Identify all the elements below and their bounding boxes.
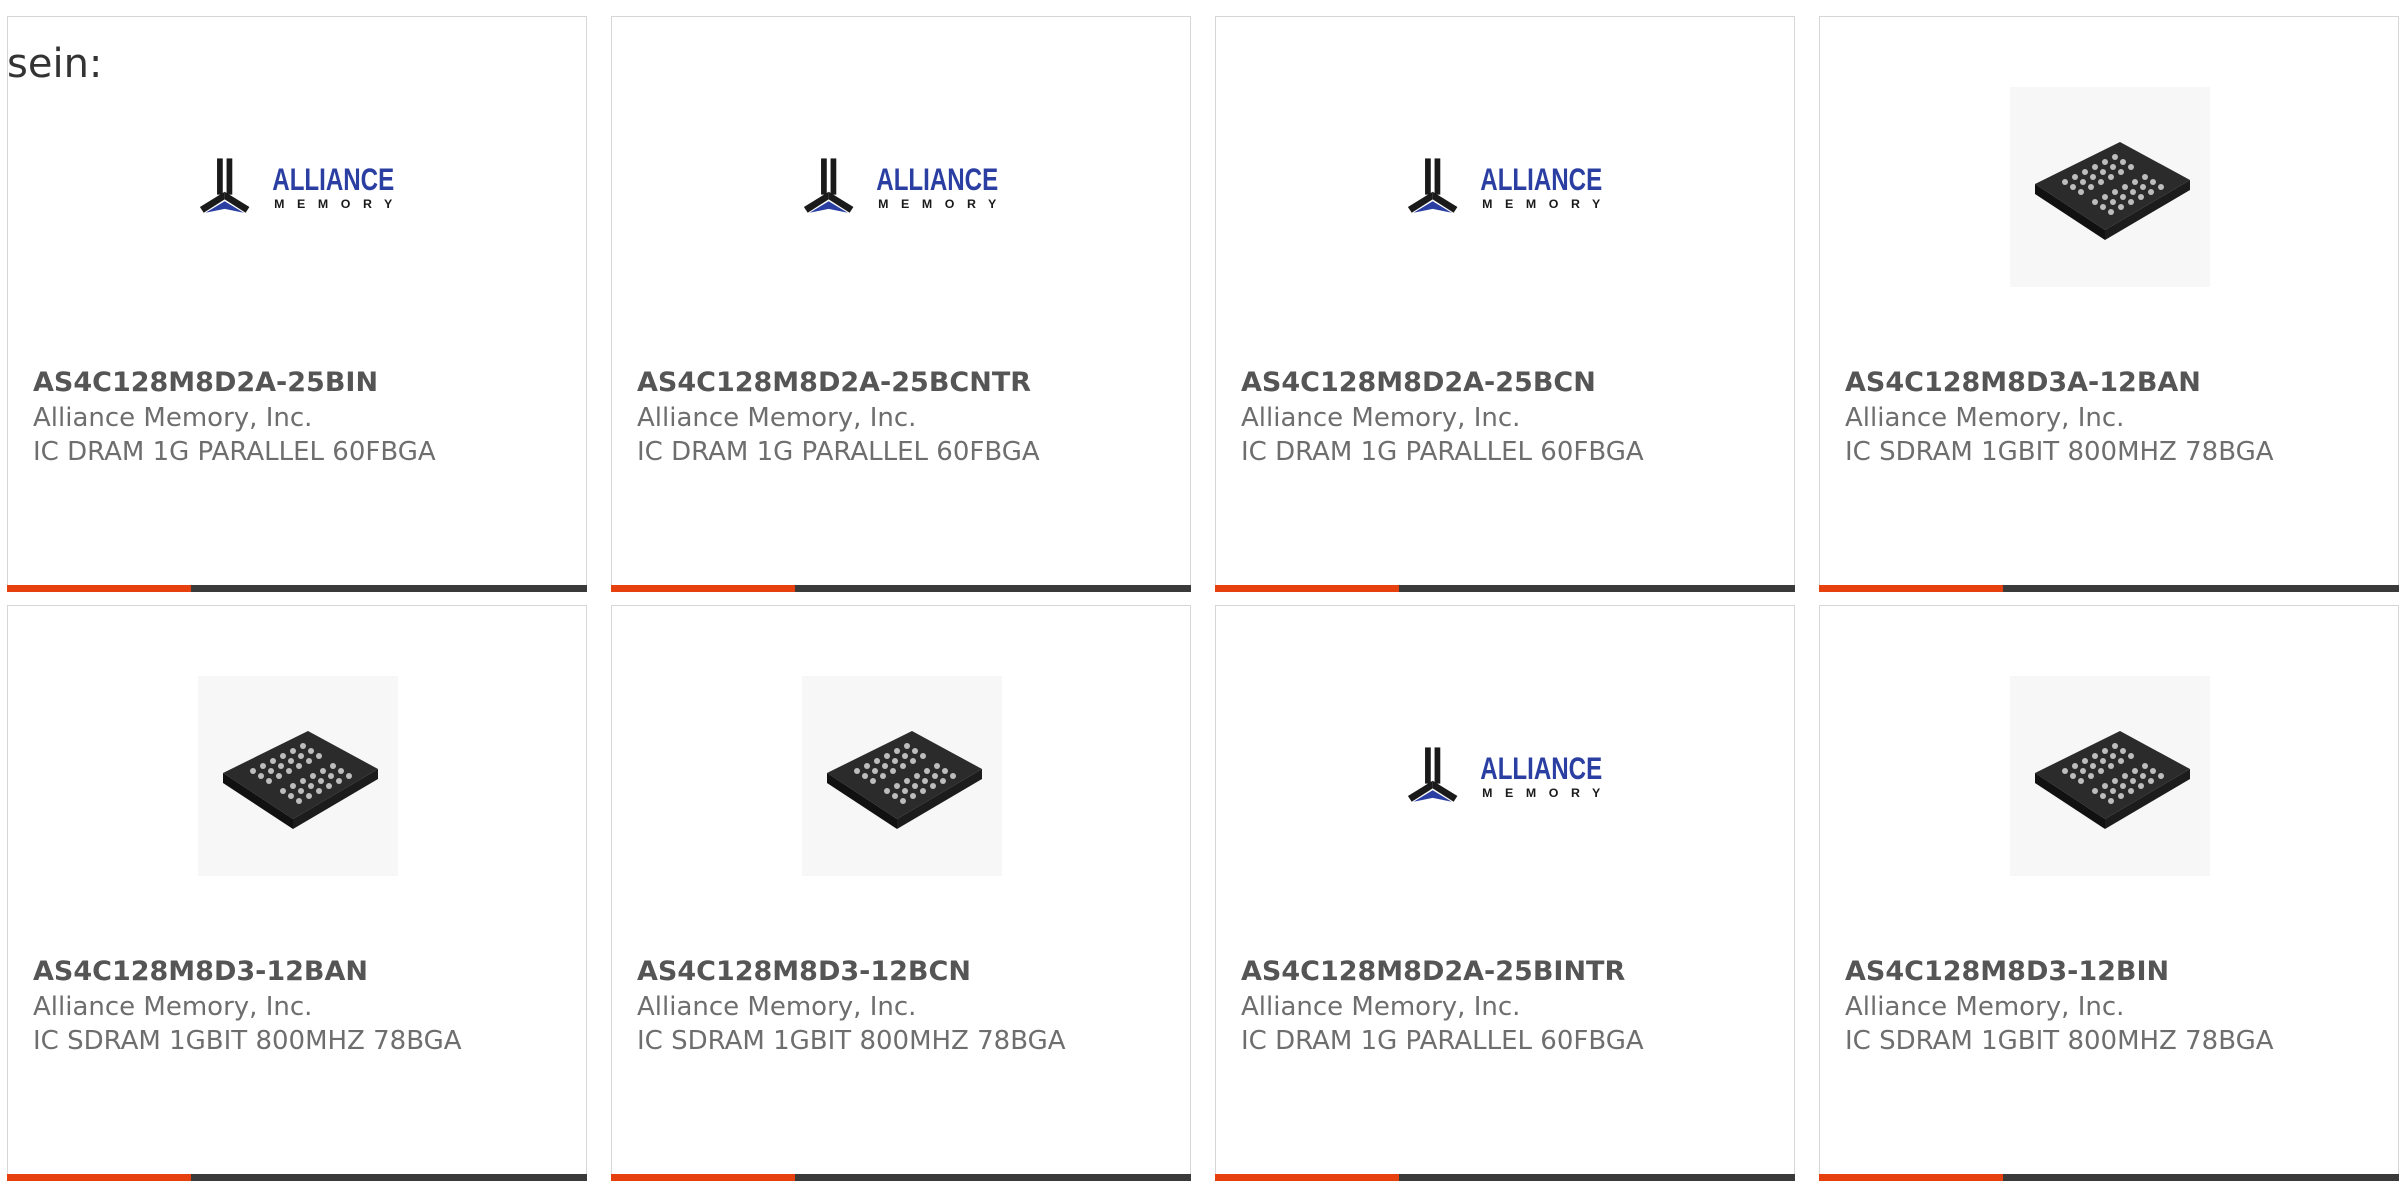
manufacturer-name: Alliance Memory, Inc. [1241, 403, 1521, 433]
product-card[interactable]: ALLIANCE MEMORY AS4C128M8D2A-25BCNTR All… [611, 16, 1191, 592]
bga-chip-icon [223, 731, 378, 829]
product-image: ALLIANCE MEMORY [1406, 676, 1606, 876]
product-card[interactable]: AS4C128M8D3-12BIN Alliance Memory, Inc. … [1819, 605, 2399, 1181]
card-accent-bar [1215, 585, 1795, 592]
part-number-link[interactable]: AS4C128M8D2A-25BIN [33, 365, 566, 401]
alliance-memory-logo-icon: ALLIANCE MEMORY [1407, 747, 1602, 802]
product-image: ALLIANCE MEMORY [198, 87, 398, 287]
logo-text: ALLIANCE [1480, 751, 1602, 786]
product-card[interactable]: AS4C128M8D3-12BAN Alliance Memory, Inc. … [7, 605, 587, 1181]
manufacturer-name: Alliance Memory, Inc. [637, 403, 917, 433]
product-description: IC SDRAM 1GBIT 800MHZ 78BGA [637, 1026, 1066, 1056]
alliance-memory-logo-icon: ALLIANCE MEMORY [1407, 158, 1602, 213]
manufacturer-name: Alliance Memory, Inc. [33, 403, 313, 433]
manufacturer-name: Alliance Memory, Inc. [1241, 992, 1521, 1022]
card-accent-bar [611, 585, 1191, 592]
product-description: IC SDRAM 1GBIT 800MHZ 78BGA [1845, 1026, 2274, 1056]
part-number-link[interactable]: AS4C128M8D2A-25BCN [1241, 365, 1774, 401]
product-image [2010, 87, 2210, 287]
manufacturer-name: Alliance Memory, Inc. [33, 992, 313, 1022]
alliance-memory-logo-icon: ALLIANCE MEMORY [199, 158, 394, 213]
alliance-memory-logo-icon: ALLIANCE MEMORY [803, 158, 998, 213]
manufacturer-name: Alliance Memory, Inc. [1845, 403, 2125, 433]
product-card[interactable]: ALLIANCE MEMORY AS4C128M8D2A-25BINTR All… [1215, 605, 1795, 1181]
product-description: IC DRAM 1G PARALLEL 60FBGA [637, 437, 1040, 467]
part-number-link[interactable]: AS4C128M8D2A-25BCNTR [637, 365, 1170, 401]
manufacturer-name: Alliance Memory, Inc. [637, 992, 917, 1022]
card-accent-bar [611, 1174, 1191, 1181]
logo-subtext: MEMORY [878, 197, 997, 211]
product-description: IC DRAM 1G PARALLEL 60FBGA [1241, 1026, 1644, 1056]
product-card[interactable]: ALLIANCE MEMORY AS4C128M8D2A-25BCN Allia… [1215, 16, 1795, 592]
product-description: IC SDRAM 1GBIT 800MHZ 78BGA [33, 1026, 462, 1056]
product-description: IC DRAM 1G PARALLEL 60FBGA [33, 437, 436, 467]
logo-text: ALLIANCE [1480, 162, 1602, 197]
part-number-link[interactable]: AS4C128M8D3-12BIN [1845, 954, 2378, 990]
logo-text: ALLIANCE [876, 162, 998, 197]
bga-chip-icon [2035, 142, 2190, 240]
intro-text: sein: [7, 41, 103, 87]
logo-subtext: MEMORY [1482, 786, 1601, 800]
product-image [2010, 676, 2210, 876]
part-number-link[interactable]: AS4C128M8D2A-25BINTR [1241, 954, 1774, 990]
product-card[interactable]: ALLIANCE MEMORY AS4C128M8D2A-25BIN Allia… [7, 16, 587, 592]
logo-subtext: MEMORY [1482, 197, 1601, 211]
product-image [198, 676, 398, 876]
product-image [802, 676, 1002, 876]
bga-chip-icon [827, 731, 982, 829]
card-accent-bar [7, 585, 587, 592]
product-card[interactable]: AS4C128M8D3-12BCN Alliance Memory, Inc. … [611, 605, 1191, 1181]
card-accent-bar [7, 1174, 587, 1181]
product-grid: ALLIANCE MEMORY AS4C128M8D2A-25BIN Allia… [0, 0, 2400, 1181]
card-accent-bar [1819, 585, 2399, 592]
logo-subtext: MEMORY [274, 197, 393, 211]
manufacturer-name: Alliance Memory, Inc. [1845, 992, 2125, 1022]
logo-text: ALLIANCE [272, 162, 394, 197]
card-accent-bar [1819, 1174, 2399, 1181]
product-image: ALLIANCE MEMORY [802, 87, 1002, 287]
product-card[interactable]: AS4C128M8D3A-12BAN Alliance Memory, Inc.… [1819, 16, 2399, 592]
part-number-link[interactable]: AS4C128M8D3-12BCN [637, 954, 1170, 990]
product-description: IC SDRAM 1GBIT 800MHZ 78BGA [1845, 437, 2274, 467]
part-number-link[interactable]: AS4C128M8D3-12BAN [33, 954, 566, 990]
product-description: IC DRAM 1G PARALLEL 60FBGA [1241, 437, 1644, 467]
product-image: ALLIANCE MEMORY [1406, 87, 1606, 287]
bga-chip-icon [2035, 731, 2190, 829]
card-accent-bar [1215, 1174, 1795, 1181]
part-number-link[interactable]: AS4C128M8D3A-12BAN [1845, 365, 2378, 401]
